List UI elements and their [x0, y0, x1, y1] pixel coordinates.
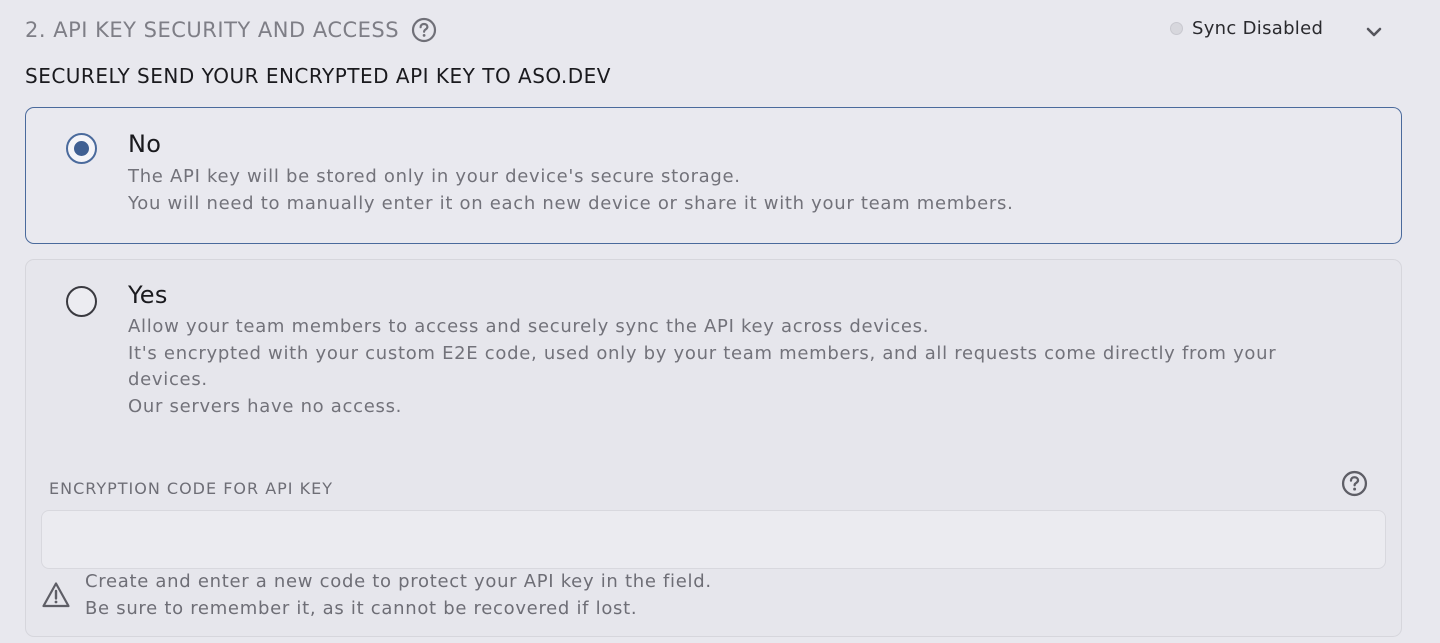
question-circle-icon[interactable]	[411, 17, 437, 43]
option-yes-desc-line: It's encrypted with your custom E2E code…	[128, 342, 1277, 391]
warning-line: Be sure to remember it, as it cannot be …	[85, 597, 638, 619]
encryption-warning: Create and enter a new code to protect y…	[85, 569, 712, 622]
sync-status-label: Sync Disabled	[1192, 17, 1324, 39]
radio-yes[interactable]	[66, 286, 97, 317]
option-yes-description: Allow your team members to access and se…	[128, 314, 1358, 420]
section-header: 2. API KEY SECURITY AND ACCESS	[25, 17, 437, 43]
sync-status: Sync Disabled	[1170, 15, 1323, 41]
option-no-title: No	[128, 130, 162, 158]
warning-line: Create and enter a new code to protect y…	[85, 571, 712, 592]
radio-selected-dot	[74, 141, 89, 156]
encryption-code-input[interactable]	[41, 510, 1386, 569]
option-yes-title: Yes	[128, 281, 168, 309]
question-circle-icon[interactable]	[1341, 470, 1368, 497]
option-no-desc-line: You will need to manually enter it on ea…	[128, 192, 1014, 214]
option-yes-desc-line: Allow your team members to access and se…	[128, 316, 930, 337]
encryption-code-label: ENCRYPTION CODE FOR API KEY	[49, 479, 333, 498]
radio-no[interactable]	[66, 133, 97, 164]
section-subheading: SECURELY SEND YOUR ENCRYPTED API KEY TO …	[25, 64, 611, 88]
chevron-down-icon[interactable]	[1360, 18, 1388, 46]
option-yes-desc-line: Our servers have no access.	[128, 395, 403, 417]
option-no-description: The API key will be stored only in your …	[128, 164, 1358, 217]
section-title: 2. API KEY SECURITY AND ACCESS	[25, 18, 400, 42]
option-no-desc-line: The API key will be stored only in your …	[128, 166, 741, 187]
option-no-card[interactable]: No The API key will be stored only in yo…	[25, 107, 1402, 244]
option-yes-card[interactable]: Yes Allow your team members to access an…	[25, 259, 1402, 637]
warning-triangle-icon	[41, 580, 71, 610]
sync-status-dot	[1170, 21, 1183, 35]
